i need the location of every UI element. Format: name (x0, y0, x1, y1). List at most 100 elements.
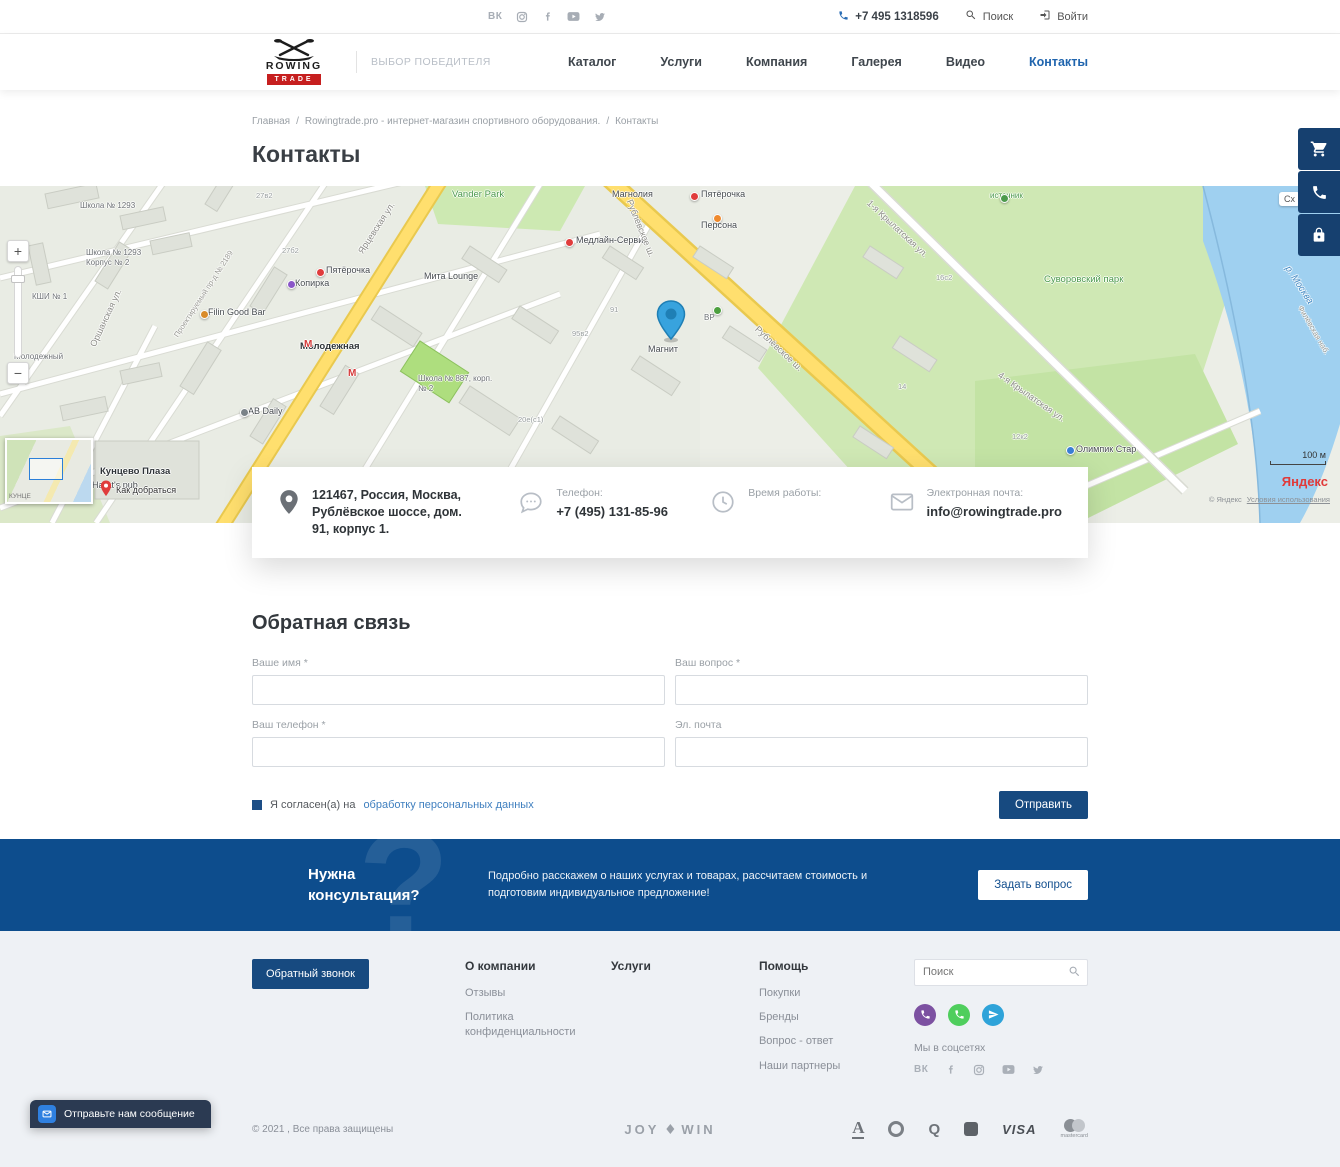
map-attribution: © Яндекс Условия использования (1209, 495, 1330, 504)
youtube-icon[interactable] (567, 11, 580, 22)
nav-item-services[interactable]: Услуги (660, 55, 702, 69)
map-label: 27б2 (282, 246, 299, 255)
yandex-logo[interactable]: Яндекс (1282, 474, 1328, 489)
nav-item-catalog[interactable]: Каталог (568, 55, 616, 69)
map-label: Пятёрочка (326, 265, 370, 275)
footer-link-faq[interactable]: Вопрос - ответ (759, 1034, 909, 1049)
footer-link-partners[interactable]: Наши партнеры (759, 1059, 909, 1074)
clock-icon (710, 489, 736, 520)
footer-link-privacy[interactable]: Политика конфиденциальности (465, 1010, 611, 1041)
map-poi-icon[interactable] (713, 214, 722, 223)
callback-button[interactable]: Обратный звонок (252, 959, 369, 989)
map-poi-icon[interactable] (690, 192, 699, 201)
ask-question-button[interactable]: Задать вопрос (978, 870, 1088, 900)
footer-company-title: О компании (465, 959, 611, 973)
map-label: Vander Park (452, 189, 504, 200)
contact-address: 121467, Россия, Москва, Рублёвское шоссе… (312, 487, 462, 538)
zoom-out-button[interactable]: − (7, 362, 29, 384)
map-terms-link[interactable]: Условия использования (1247, 495, 1330, 504)
map-poi-icon[interactable] (200, 310, 209, 319)
phone-input[interactable] (252, 737, 665, 767)
footer-link-brands[interactable]: Бренды (759, 1010, 909, 1025)
map-label: Олимпик Стар (1076, 444, 1136, 454)
telegram-icon[interactable] (982, 1004, 1004, 1026)
login-lock-button[interactable] (1298, 214, 1340, 256)
map-poi-icon[interactable] (713, 306, 722, 315)
contact-phone-value[interactable]: +7 (495) 131-85-96 (556, 504, 668, 519)
map-poi-icon[interactable] (1066, 446, 1075, 455)
consent-checkbox[interactable] (252, 800, 262, 810)
twitter-icon[interactable] (594, 11, 606, 23)
metro-icon[interactable]: М (304, 339, 312, 350)
viber-icon[interactable] (914, 1004, 936, 1026)
footer-search-input[interactable] (914, 959, 1088, 986)
nav-item-company[interactable]: Компания (746, 55, 807, 69)
map-label: 27в2 (256, 191, 273, 200)
map-poi-icon[interactable] (1000, 194, 1009, 203)
facebook-icon[interactable] (542, 11, 553, 22)
map-poi-icon[interactable] (240, 408, 249, 417)
map-company-pin-icon[interactable] (656, 300, 686, 344)
topbar-phone[interactable]: +7 495 1318596 (838, 10, 938, 24)
messengers (914, 1004, 1088, 1026)
map-poi-icon[interactable] (287, 280, 296, 289)
map-poi-icon[interactable] (316, 268, 325, 277)
search-button[interactable]: Поиск (965, 9, 1013, 24)
cart-button[interactable] (1298, 128, 1340, 170)
contact-hours-label: Время работы: (748, 487, 821, 499)
footer-link-reviews[interactable]: Отзывы (465, 986, 611, 1001)
whatsapp-icon[interactable] (948, 1004, 970, 1026)
search-icon[interactable] (1068, 965, 1081, 983)
header: ROWING TRADE ВЫБОР ПОБЕДИТЕЛЯ Каталог Ус… (0, 34, 1340, 90)
map-scale-line (1270, 461, 1326, 465)
search-label: Поиск (983, 11, 1013, 23)
footer-help-title: Помощь (759, 959, 909, 973)
map-label: AB Daily (248, 406, 283, 416)
map-label: Как добраться (116, 485, 176, 495)
personal-data-link[interactable]: обработку персональных данных (363, 799, 533, 811)
twitter-icon[interactable] (1032, 1064, 1044, 1076)
chat-widget[interactable]: Отправьте нам сообщение (30, 1100, 211, 1128)
name-field-label: Ваше имя * (252, 657, 665, 669)
name-input[interactable] (252, 675, 665, 705)
topbar: ВК +7 495 1318596 (0, 0, 1340, 34)
sberbank-icon (888, 1121, 904, 1137)
contact-email-value[interactable]: info@rowingtrade.pro (927, 504, 1062, 519)
nav-item-video[interactable]: Видео (946, 55, 985, 69)
consent-text: Я согласен(а) на (270, 799, 355, 811)
nav-item-contacts[interactable]: Контакты (1029, 55, 1088, 69)
vk-icon[interactable]: ВК (914, 1064, 928, 1075)
map-layers-button[interactable]: Сх (1279, 192, 1300, 206)
nav-item-gallery[interactable]: Галерея (851, 55, 901, 69)
footer-services-title: Услуги (611, 959, 759, 973)
winner-choice-label[interactable]: ВЫБОР ПОБЕДИТЕЛЯ (371, 56, 491, 68)
zoom-slider[interactable] (14, 266, 22, 358)
facebook-icon[interactable] (945, 1064, 956, 1075)
instagram-icon[interactable] (973, 1064, 985, 1076)
mastercard-icon: mastercard (1060, 1119, 1088, 1139)
map-route-pin-icon[interactable] (100, 480, 112, 497)
instagram-icon[interactable] (516, 11, 528, 23)
youtube-icon[interactable] (1002, 1064, 1015, 1075)
breadcrumb-separator: / (296, 116, 299, 127)
breadcrumb-home[interactable]: Главная (252, 116, 290, 127)
chat-widget-label: Отправьте нам сообщение (64, 1108, 195, 1120)
alfabank-icon: А (852, 1119, 864, 1139)
metro-icon[interactable]: М (348, 368, 356, 379)
zoom-in-button[interactable]: + (7, 240, 29, 262)
map-minimap[interactable]: КУНЦЕ (5, 438, 93, 504)
question-input[interactable] (675, 675, 1088, 705)
footer-link-purchases[interactable]: Покупки (759, 986, 909, 1001)
call-button[interactable] (1298, 171, 1340, 213)
login-button[interactable]: Войти (1039, 9, 1088, 24)
zoom-slider-handle[interactable] (11, 275, 25, 283)
breadcrumb-shop[interactable]: Rowingtrade.pro - интернет-магазин спорт… (305, 116, 600, 127)
minimap-viewport[interactable] (29, 458, 63, 480)
submit-button[interactable]: Отправить (999, 791, 1088, 819)
map-label: Кунцево Плаза (100, 466, 170, 477)
map-label: Школа № 1293 Корпус № 2 (86, 248, 156, 267)
email-input[interactable] (675, 737, 1088, 767)
brand-logo[interactable]: ROWING TRADE (252, 39, 336, 85)
map-poi-icon[interactable] (565, 238, 574, 247)
vk-icon[interactable]: ВК (488, 11, 502, 22)
